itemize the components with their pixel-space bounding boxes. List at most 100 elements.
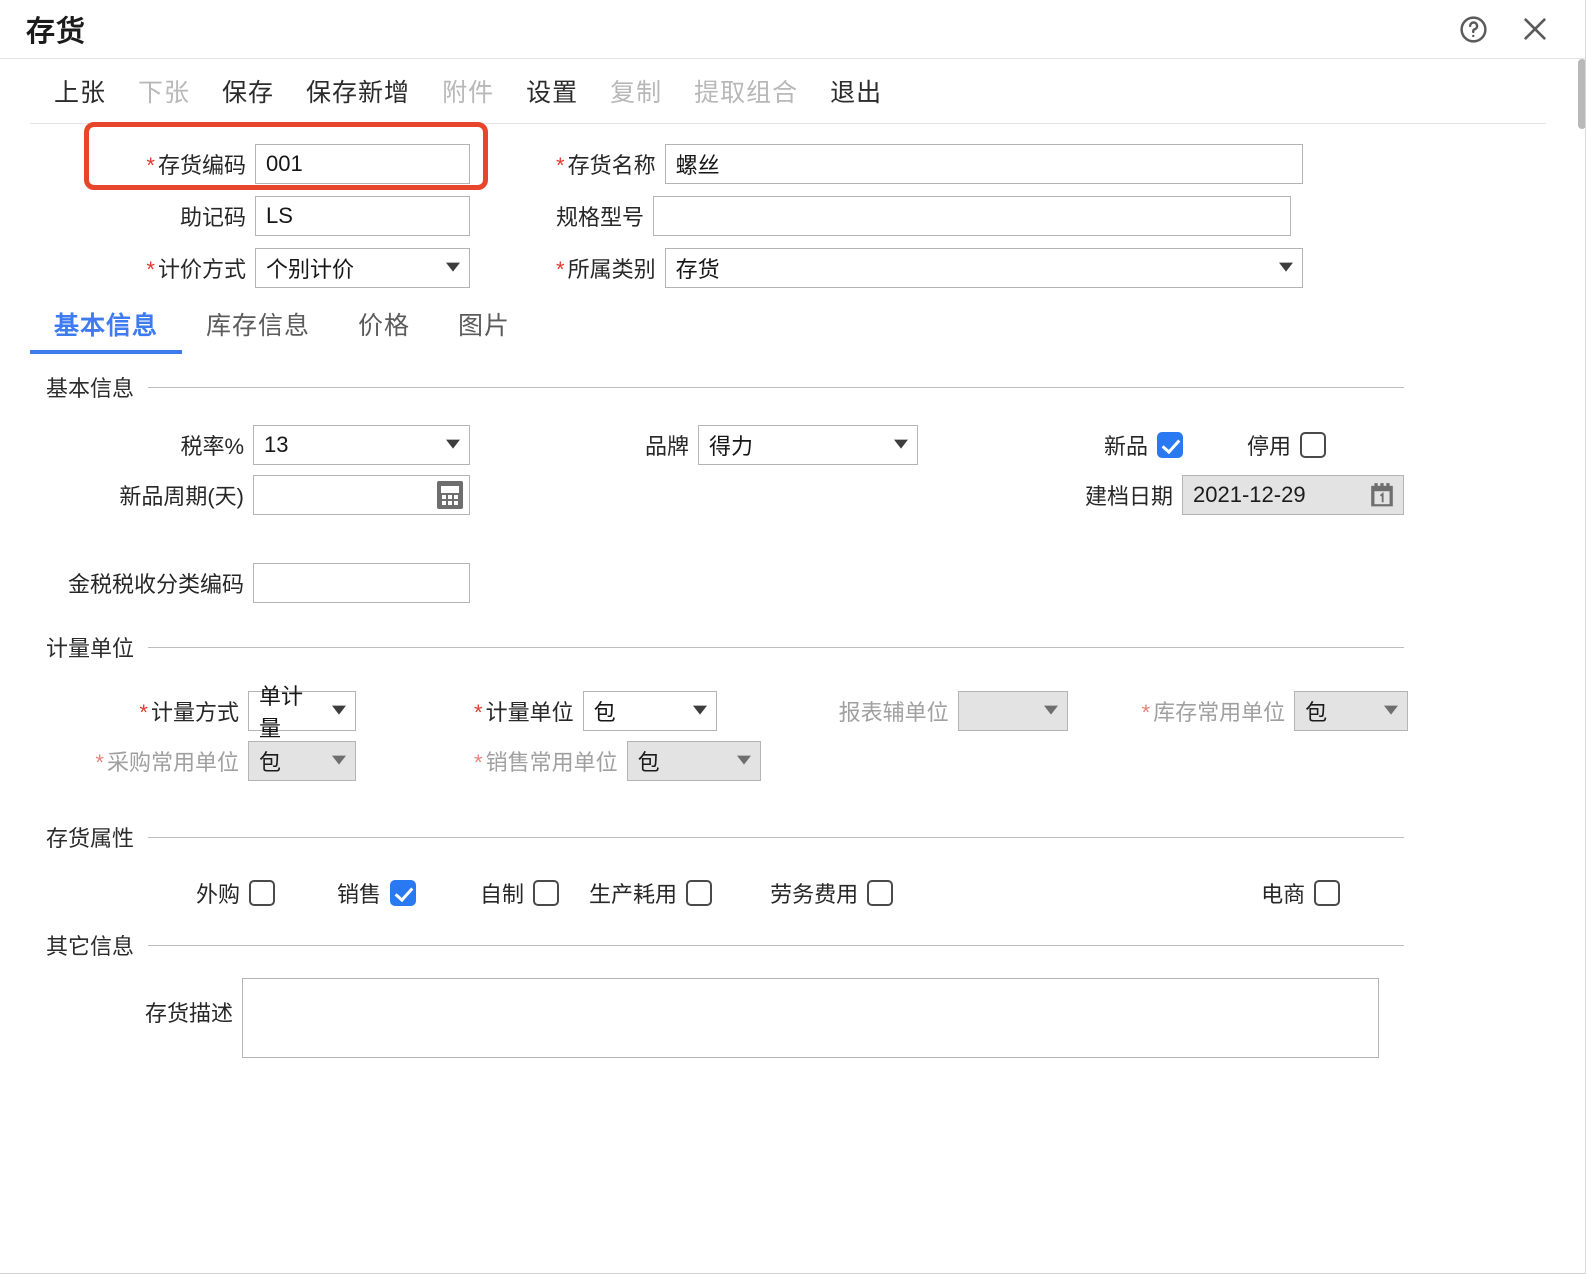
label-attr-purchased: 外购: [196, 882, 241, 907]
chevron-down-icon: [736, 755, 751, 765]
tax-class-code-input[interactable]: [253, 563, 470, 603]
field-attr-purchased: 外购: [196, 877, 276, 909]
tax-rate-value: 13: [264, 432, 289, 457]
field-measure-unit: * 计量单位 包: [474, 691, 717, 731]
header-form: * 存货编码 001 * 存货名称 螺丝 助记码 LS 规格型号 * 计价方式 个: [0, 122, 1586, 298]
tab-price[interactable]: 价格: [334, 306, 434, 354]
row-unit-1: * 计量方式 单计量 * 计量单位 包 报表辅单位 * 库存常用单位 包: [0, 684, 1586, 741]
label-inventory-code: * 存货编码: [146, 153, 246, 178]
measure-method-select[interactable]: 单计量: [248, 684, 356, 741]
field-spec-model: 规格型号: [556, 196, 1292, 236]
label-category: * 所属类别: [556, 257, 656, 282]
label-spec-model: 规格型号: [556, 205, 645, 230]
chevron-down-icon: [332, 705, 346, 715]
brand-select[interactable]: 得力: [698, 425, 919, 465]
measure-method-value: 单计量: [259, 684, 304, 741]
category-select[interactable]: 存货: [664, 248, 1303, 288]
label-new-product: 新品: [1104, 434, 1149, 459]
label-disabled-flag: 停用: [1247, 434, 1292, 459]
pricing-method-value: 个别计价: [266, 257, 355, 282]
attr-production-use-checkbox[interactable]: [686, 880, 713, 906]
title-bar: 存货: [0, 0, 1586, 59]
tab-image[interactable]: 图片: [434, 306, 534, 354]
field-new-cycle: 新品周期(天): [0, 475, 470, 515]
purchase-unit-select[interactable]: 包: [248, 741, 356, 781]
stock-unit-value: 包: [1305, 700, 1328, 725]
report-aux-unit-select[interactable]: [957, 691, 1068, 731]
section-title-other: 其它信息: [46, 934, 135, 959]
chevron-down-icon: [446, 262, 460, 272]
section-divider: [148, 646, 1404, 648]
toolbar-item-save[interactable]: 保存: [222, 73, 274, 109]
chevron-down-icon: [332, 755, 346, 765]
section-header-attributes: 存货属性: [0, 820, 1586, 854]
new-cycle-input[interactable]: [253, 475, 470, 515]
description-textarea[interactable]: [242, 978, 1379, 1058]
row-tax-brand-flags: 税率% 13 品牌 得力 新品 停用: [0, 420, 1586, 470]
close-icon[interactable]: [1518, 12, 1552, 46]
pricing-method-select[interactable]: 个别计价: [255, 248, 470, 288]
toolbar-item-save-new[interactable]: 保存新增: [306, 73, 410, 109]
row-description: 存货描述: [0, 978, 1586, 1058]
label-attr-sales: 销售: [337, 882, 382, 907]
inventory-code-input[interactable]: 001: [255, 144, 470, 184]
field-category: * 所属类别 存货: [556, 248, 1303, 288]
toolbar-item-extract-set: 提取组合: [694, 79, 799, 107]
label-stock-unit: * 库存常用单位: [1141, 700, 1286, 725]
field-sales-unit: * 销售常用单位 包: [474, 741, 761, 781]
attr-self-made-checkbox[interactable]: [533, 880, 560, 906]
attr-purchased-checkbox[interactable]: [249, 880, 276, 906]
field-measure-method: * 计量方式 单计量: [0, 684, 356, 741]
row-attributes: 外购 销售 自制 生产耗用 劳务费用 电商: [0, 868, 1586, 918]
chevron-down-icon: [1278, 262, 1293, 272]
attr-sales-checkbox[interactable]: [390, 880, 417, 906]
create-date-input[interactable]: 2021-12-29: [1182, 475, 1405, 515]
measure-unit-select[interactable]: 包: [582, 691, 717, 731]
field-stock-unit: * 库存常用单位 包: [1142, 691, 1409, 731]
attr-ecommerce-checkbox[interactable]: [1314, 880, 1341, 906]
field-attr-labor-cost: 劳务费用: [770, 877, 894, 909]
disabled-flag-checkbox[interactable]: [1300, 432, 1327, 458]
inventory-name-input[interactable]: 螺丝: [664, 144, 1303, 184]
label-new-cycle: 新品周期(天): [119, 484, 244, 509]
label-attr-production-use: 生产耗用: [589, 882, 678, 907]
calendar-icon[interactable]: [1369, 482, 1395, 509]
toolbar-item-next: 下张: [138, 79, 191, 107]
form-row-code-name: * 存货编码 001 * 存货名称 螺丝: [0, 138, 1586, 190]
row-unit-2: * 采购常用单位 包 * 销售常用单位 包: [0, 736, 1586, 786]
chevron-down-icon: [1384, 705, 1399, 715]
toolbar-item-exit[interactable]: 退出: [830, 73, 882, 109]
form-row-pricing-category: * 计价方式 个别计价 * 所属类别 存货: [0, 242, 1586, 294]
label-pricing-method: * 计价方式: [146, 257, 246, 282]
tab-basic-info[interactable]: 基本信息: [30, 306, 183, 354]
section-header-other: 其它信息: [0, 928, 1586, 962]
spec-model-input[interactable]: [653, 196, 1292, 236]
label-tax-rate: 税率%: [180, 434, 244, 459]
field-new-product: 新品: [1104, 429, 1184, 461]
section-title-unit: 计量单位: [46, 636, 135, 661]
tax-rate-select[interactable]: 13: [253, 425, 470, 465]
create-date-value: 2021-12-29: [1193, 482, 1306, 507]
sales-unit-select[interactable]: 包: [626, 741, 761, 781]
stock-unit-select[interactable]: 包: [1294, 691, 1409, 731]
label-measure-method: * 计量方式: [139, 700, 239, 725]
mnemonic-code-input[interactable]: LS: [255, 196, 470, 236]
form-row-mnemonic-spec: 助记码 LS 规格型号: [0, 190, 1586, 242]
label-tax-class-code: 金税税收分类编码: [67, 572, 244, 597]
attr-labor-cost-checkbox[interactable]: [867, 880, 894, 906]
label-attr-labor-cost: 劳务费用: [770, 882, 859, 907]
new-product-checkbox[interactable]: [1157, 432, 1184, 458]
section-title-basic-info: 基本信息: [46, 376, 135, 401]
label-purchase-unit: * 采购常用单位: [95, 750, 239, 775]
brand-value: 得力: [709, 434, 754, 459]
calculator-icon[interactable]: [437, 481, 463, 509]
chevron-down-icon: [1043, 705, 1058, 715]
help-circle-icon[interactable]: [1456, 12, 1490, 46]
field-report-aux-unit: 报表辅单位: [839, 691, 1068, 731]
label-inventory-name: * 存货名称: [556, 153, 656, 178]
chevron-down-icon: [446, 439, 460, 449]
tab-stock-info[interactable]: 库存信息: [182, 306, 334, 354]
toolbar-item-settings[interactable]: 设置: [526, 73, 578, 109]
toolbar-item-prev[interactable]: 上张: [54, 73, 106, 109]
inventory-dialog: 存货 上张 下张 保存 保存新增 附件 设置 复制 提取组合 退出 * 存货编码…: [0, 0, 1586, 1274]
